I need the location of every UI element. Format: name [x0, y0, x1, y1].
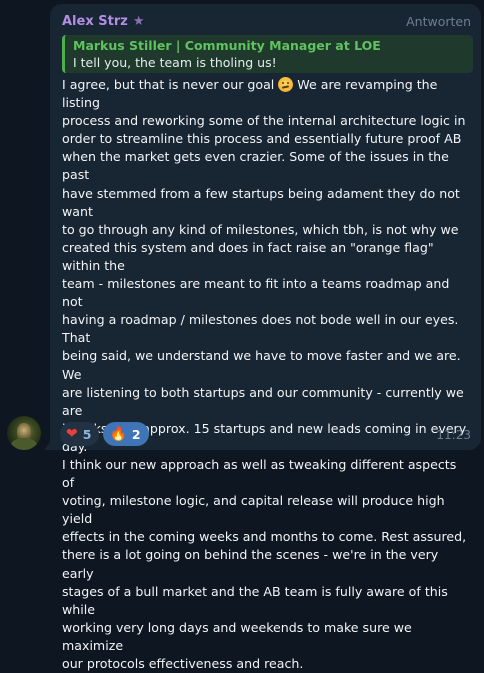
- message-bubble: Alex Strz ★ Antworten Markus Stiller | C…: [50, 4, 481, 671]
- quote-text: I tell you, the team is tholing us!: [73, 55, 277, 70]
- heart-icon: ❤: [66, 426, 78, 442]
- reaction-count: 5: [82, 426, 92, 442]
- message-text-rest: We are revamping the listing process and…: [62, 77, 467, 671]
- quoted-reply[interactable]: Markus Stiller | Community Manager at LO…: [62, 35, 473, 73]
- reaction-heart[interactable]: ❤ 5: [60, 422, 100, 446]
- message-header: Alex Strz ★ Antworten: [62, 12, 471, 30]
- sender-avatar[interactable]: [7, 416, 41, 450]
- sender-name[interactable]: Alex Strz: [62, 14, 128, 29]
- message-text-start: I agree, but that is never our goal: [62, 77, 279, 92]
- slightly-frowning-face-emoji-icon: [278, 77, 294, 92]
- reply-button[interactable]: Antworten: [406, 14, 471, 29]
- star-icon: ★: [132, 13, 145, 29]
- message-text: I agree, but that is never our goal We a…: [62, 76, 471, 673]
- fire-icon: 🔥: [109, 426, 127, 442]
- quote-author: Markus Stiller | Community Manager at LO…: [73, 38, 381, 53]
- reaction-count: 2: [131, 426, 141, 442]
- message-footer: ❤ 5 🔥 2 11:23: [60, 422, 471, 446]
- reaction-fire[interactable]: 🔥 2: [103, 422, 149, 446]
- message-time: 11:23: [436, 428, 471, 442]
